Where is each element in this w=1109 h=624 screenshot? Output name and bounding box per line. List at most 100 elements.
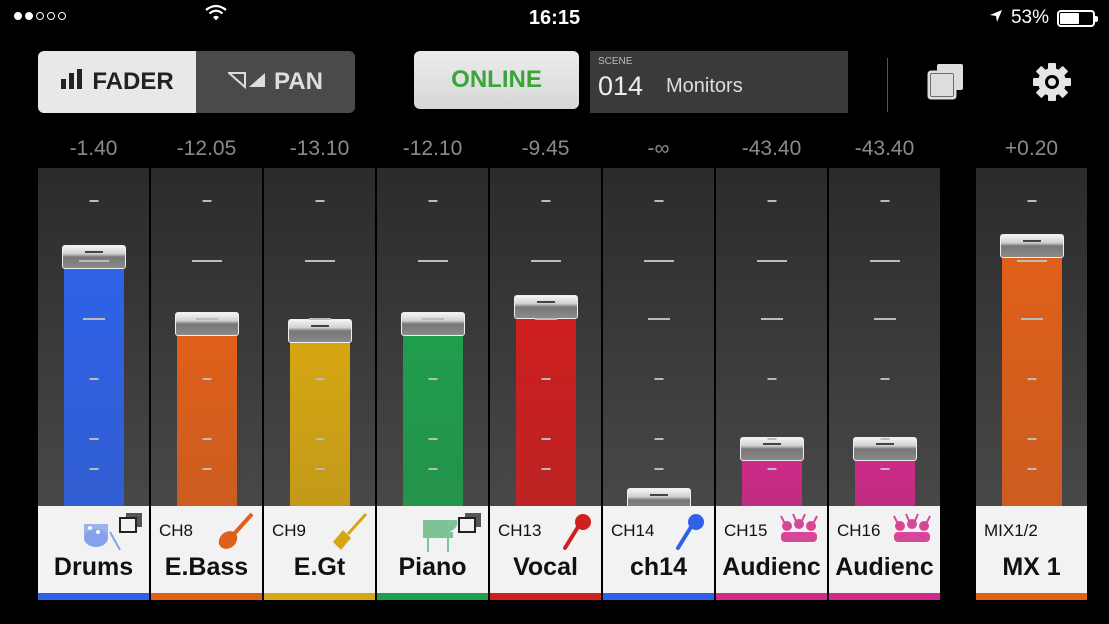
scale-mark xyxy=(654,468,663,470)
scale-mark xyxy=(1027,468,1036,470)
fader-track[interactable] xyxy=(976,168,1087,506)
channel-label[interactable]: CH14 ch14 xyxy=(603,506,714,594)
scale-mark xyxy=(1016,260,1047,262)
scale-mark xyxy=(315,438,324,440)
scale-mark xyxy=(530,260,561,262)
fader-track[interactable] xyxy=(377,168,488,506)
fader-value: -9.45 xyxy=(521,137,570,160)
channel-number: MIX1/2 xyxy=(984,521,1038,540)
fader-knob[interactable] xyxy=(62,245,126,269)
fader-knob[interactable] xyxy=(1000,234,1064,258)
battery-icon xyxy=(1057,9,1098,27)
channel-strip: -1.40 Drums xyxy=(38,135,149,605)
scale-mark xyxy=(202,378,211,380)
pan-tab[interactable]: PAN xyxy=(196,51,355,113)
fader-track[interactable] xyxy=(490,168,601,506)
fader-track[interactable] xyxy=(829,168,940,506)
channel-label[interactable]: CH9 E.Gt xyxy=(264,506,375,594)
scale-mark xyxy=(195,318,218,320)
online-button[interactable]: ONLINE xyxy=(414,51,579,109)
scale-mark xyxy=(82,318,105,320)
channel-number: CH8 xyxy=(159,521,194,540)
fader-track[interactable] xyxy=(264,168,375,506)
scale-mark xyxy=(428,468,437,470)
level-bar xyxy=(403,330,463,506)
channel-strip: -43.40 CH16 Audienc xyxy=(829,135,940,605)
scene-selector[interactable]: SCENE 014 Monitors xyxy=(590,51,848,113)
channel-label[interactable]: CH16 Audienc xyxy=(829,506,940,594)
channel-name: ch14 xyxy=(630,553,687,581)
fader-track[interactable] xyxy=(603,168,714,512)
channel-color-bar xyxy=(38,593,149,600)
scale-mark xyxy=(654,438,663,440)
channel-color-bar xyxy=(151,593,262,600)
layers-icon xyxy=(458,512,482,539)
channel-color-bar xyxy=(490,593,601,600)
fader-tab-label: FADER xyxy=(92,68,174,95)
scale-mark xyxy=(315,200,324,202)
channel-number: CH15 xyxy=(724,521,768,540)
scale-mark xyxy=(89,200,98,202)
scene-name: Monitors xyxy=(666,75,743,97)
layers-button[interactable] xyxy=(925,62,969,102)
fader-track[interactable] xyxy=(38,168,149,506)
channel-label[interactable]: CH13 Vocal xyxy=(490,506,601,594)
battery-percent: 53% xyxy=(1010,7,1049,28)
channel-strip: -12.10 Piano xyxy=(377,135,488,605)
channel-name: Audienc xyxy=(722,553,821,581)
fader-track[interactable] xyxy=(151,168,262,506)
fader-track[interactable] xyxy=(716,168,827,506)
scale-mark xyxy=(541,378,550,380)
scale-mark xyxy=(304,260,335,262)
scale-mark xyxy=(1027,200,1036,202)
channel-label[interactable]: Piano xyxy=(377,506,488,594)
fader-knob[interactable] xyxy=(288,319,352,343)
scale-mark xyxy=(767,378,776,380)
channel-strip: -13.10 CH9 E.Gt xyxy=(264,135,375,605)
microphone-icon xyxy=(559,512,595,557)
fader-knob[interactable] xyxy=(401,312,465,336)
scale-mark xyxy=(654,378,663,380)
pan-icon xyxy=(226,68,266,96)
scale-mark xyxy=(308,318,331,320)
fader-knob[interactable] xyxy=(853,437,917,461)
fader-tab[interactable]: FADER xyxy=(38,51,196,113)
scale-mark xyxy=(421,318,444,320)
scale-mark xyxy=(541,468,550,470)
settings-button[interactable] xyxy=(1030,60,1074,104)
fader-knob[interactable] xyxy=(740,437,804,461)
scale-mark xyxy=(202,438,211,440)
channel-number: CH14 xyxy=(611,521,655,540)
audience-icon xyxy=(777,512,821,551)
channel-color-bar xyxy=(377,593,488,600)
scale-mark xyxy=(202,200,211,202)
scale-mark xyxy=(1027,378,1036,380)
fader-value: -13.10 xyxy=(289,137,350,160)
fader-value: -1.40 xyxy=(69,137,118,160)
microphone-icon xyxy=(672,512,708,557)
scale-mark xyxy=(767,438,776,440)
channel-label[interactable]: CH15 Audienc xyxy=(716,506,827,594)
scale-mark xyxy=(767,200,776,202)
scale-mark xyxy=(873,318,896,320)
scale-mark xyxy=(89,468,98,470)
channel-strip: -9.45 CH13 Vocal xyxy=(490,135,601,605)
fader-value: -43.40 xyxy=(854,137,915,160)
scale-mark xyxy=(202,468,211,470)
audience-icon xyxy=(890,512,934,551)
channel-label[interactable]: MIX1/2 MX 1 xyxy=(976,506,1087,594)
scale-mark xyxy=(534,318,557,320)
clock: 16:15 xyxy=(528,7,581,29)
fader-icon xyxy=(60,68,84,96)
fader-value: +0.20 xyxy=(1004,137,1059,160)
fader-knob[interactable] xyxy=(175,312,239,336)
channel-strip: -12.05 CH8 E.Bass xyxy=(151,135,262,605)
channel-label[interactable]: CH8 E.Bass xyxy=(151,506,262,594)
fader-knob[interactable] xyxy=(514,295,578,319)
channel-name: Piano xyxy=(398,553,467,581)
level-bar xyxy=(855,455,915,506)
scale-mark xyxy=(869,260,900,262)
fader-value: -12.10 xyxy=(402,137,463,160)
channel-name: Drums xyxy=(53,553,134,581)
channel-label[interactable]: Drums xyxy=(38,506,149,594)
